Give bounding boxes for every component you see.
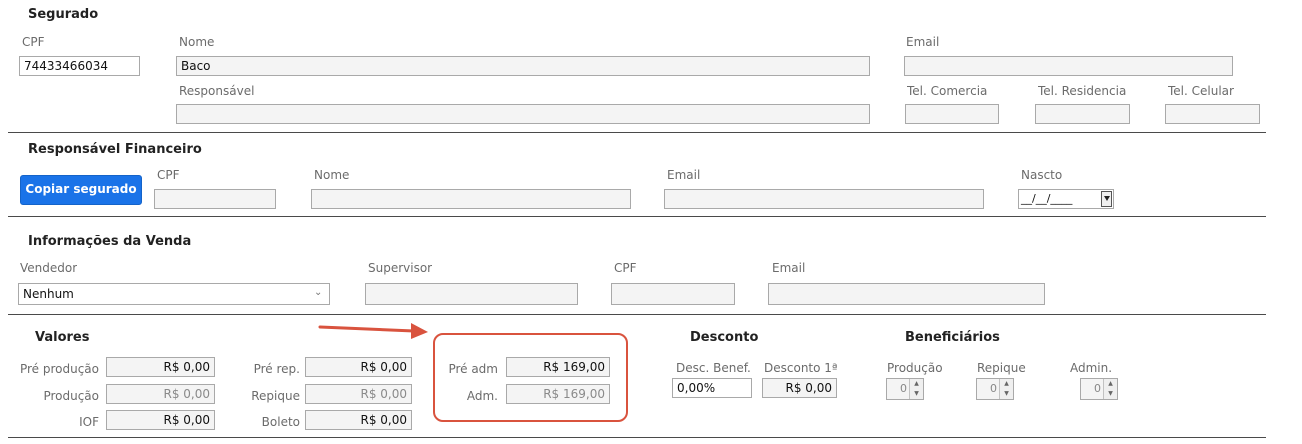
venda-title: Informações da Venda [28, 234, 192, 249]
segurado-email-input[interactable] [904, 56, 1233, 76]
boleto-label: Boleto [261, 415, 300, 429]
copiar-segurado-button[interactable]: Copiar segurado [20, 175, 142, 205]
producao-label: Produção [43, 389, 99, 403]
segurado-cpf-input[interactable]: 74433466034 [19, 56, 140, 76]
pre-adm-input[interactable]: R$ 169,00 [506, 357, 610, 377]
supervisor-input[interactable] [365, 283, 578, 305]
repique-input[interactable]: R$ 0,00 [305, 384, 412, 404]
benef-admin-label: Admin. [1070, 361, 1113, 375]
segurado-email-label: Email [906, 35, 940, 49]
vendedor-label: Vendedor [20, 261, 78, 275]
pre-producao-input[interactable]: R$ 0,00 [106, 357, 215, 377]
nascto-label: Nascto [1021, 168, 1063, 182]
pre-rep-label: Pré rep. [253, 362, 300, 376]
stepper-arrows-icon[interactable]: ▲ ▼ [999, 379, 1013, 399]
resp-fin-email-label: Email [667, 168, 701, 182]
tel-celular-label: Tel. Celular [1168, 84, 1234, 98]
benef-admin-stepper[interactable]: 0 ▲ ▼ [1080, 378, 1118, 400]
benef-producao-stepper[interactable]: 0 ▲ ▼ [886, 378, 924, 400]
producao-input[interactable]: R$ 0,00 [106, 384, 215, 404]
segurado-responsavel-input[interactable] [176, 104, 870, 124]
vendedor-select[interactable]: Nenhum [18, 283, 330, 305]
benef-producao-value: 0 [900, 382, 907, 395]
adm-label: Adm. [466, 389, 498, 403]
resp-fin-email-input[interactable] [664, 189, 984, 209]
boleto-input[interactable]: R$ 0,00 [305, 410, 412, 430]
tel-celular-input[interactable] [1165, 104, 1260, 124]
adm-input[interactable]: R$ 169,00 [506, 384, 610, 404]
divider-3 [8, 314, 1266, 315]
benef-repique-label: Repique [977, 361, 1026, 375]
stepper-arrows-icon[interactable]: ▲ ▼ [1103, 379, 1117, 399]
resp-fin-cpf-input[interactable] [154, 189, 276, 209]
pre-adm-label: Pré adm [448, 362, 498, 376]
pre-rep-input[interactable]: R$ 0,00 [305, 357, 412, 377]
desconto-title: Desconto [690, 330, 759, 345]
tel-residencia-input[interactable] [1035, 104, 1130, 124]
resp-fin-title: Responsável Financeiro [28, 142, 202, 157]
desconto-1a-input[interactable]: R$ 0,00 [762, 378, 837, 398]
benef-repique-stepper[interactable]: 0 ▲ ▼ [976, 378, 1014, 400]
benef-producao-label: Produção [887, 361, 943, 375]
segurado-cpf-label: CPF [22, 35, 45, 49]
venda-cpf-label: CPF [614, 261, 637, 275]
beneficiarios-title: Beneficiários [905, 330, 1000, 345]
resp-fin-nome-input[interactable] [311, 189, 631, 209]
venda-cpf-input[interactable] [611, 283, 735, 305]
venda-email-label: Email [772, 261, 806, 275]
iof-label: IOF [79, 415, 99, 429]
adm-highlight-box [433, 333, 628, 422]
caret-down-icon [1104, 196, 1110, 201]
nascto-input[interactable]: __/__/____ [1018, 189, 1114, 209]
segurado-title: Segurado [28, 7, 99, 22]
benef-admin-value: 0 [1094, 382, 1101, 395]
divider-4 [8, 437, 1266, 438]
tel-residencia-label: Tel. Residencia [1038, 84, 1127, 98]
segurado-nome-label: Nome [179, 35, 215, 49]
divider-1 [8, 132, 1266, 133]
resp-fin-nome-label: Nome [314, 168, 350, 182]
supervisor-label: Supervisor [368, 261, 433, 275]
chevron-down-icon: ⌄ [314, 287, 323, 298]
arrow-annotation-icon [318, 323, 428, 339]
segurado-responsavel-label: Responsável [179, 84, 255, 98]
tel-comercial-label: Tel. Comercia [907, 84, 988, 98]
desc-benef-input[interactable]: 0,00% [672, 378, 752, 398]
stepper-arrows-icon[interactable]: ▲ ▼ [909, 379, 923, 399]
segurado-nome-input[interactable]: Baco [176, 56, 870, 76]
tel-comercial-input[interactable] [905, 104, 999, 124]
valores-title: Valores [35, 330, 90, 345]
repique-label: Repique [251, 389, 300, 403]
iof-input[interactable]: R$ 0,00 [106, 410, 215, 430]
nascto-dropdown-button[interactable] [1101, 191, 1112, 207]
divider-2 [8, 216, 1266, 217]
benef-repique-value: 0 [990, 382, 997, 395]
resp-fin-cpf-label: CPF [157, 168, 180, 182]
venda-email-input[interactable] [768, 283, 1045, 305]
desc-benef-label: Desc. Benef. [676, 361, 751, 375]
desconto-1a-label: Desconto 1ª [764, 361, 838, 375]
pre-producao-label: Pré produção [19, 362, 99, 376]
